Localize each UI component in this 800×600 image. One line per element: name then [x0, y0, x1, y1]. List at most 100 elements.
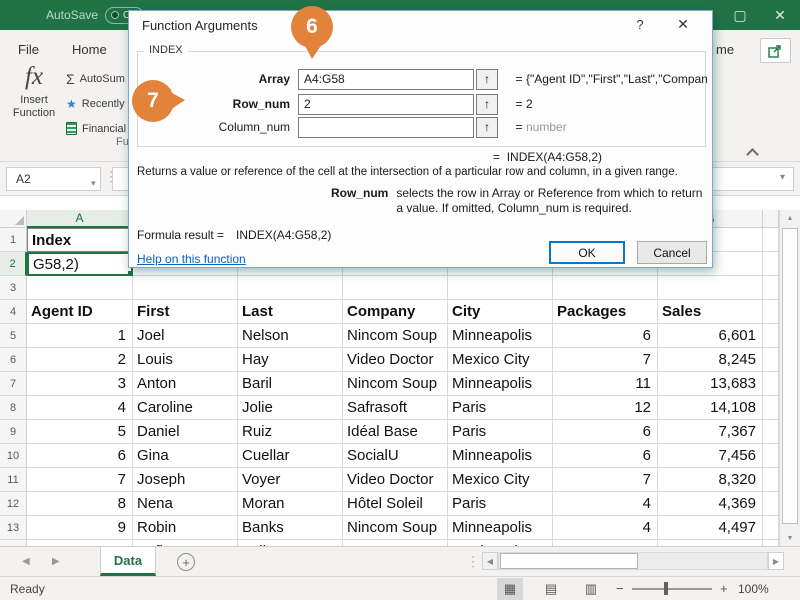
cell-D7[interactable]: Nincom Soup — [343, 372, 448, 396]
cell-B9[interactable]: Daniel — [133, 420, 238, 444]
cell-G11[interactable]: 8,320 — [658, 468, 763, 492]
cell-F12[interactable]: 4 — [553, 492, 658, 516]
cell-A1[interactable]: Index — [27, 228, 133, 252]
collapse-dialog-icon[interactable]: ↑ — [476, 69, 498, 90]
scroll-up-icon[interactable]: ▲ — [780, 210, 800, 226]
cell-B3[interactable] — [133, 276, 238, 300]
cell-G6[interactable]: 8,245 — [658, 348, 763, 372]
row-number-6[interactable]: 6 — [0, 348, 27, 372]
tabbar-handle-icon[interactable]: ⋮ — [466, 553, 480, 570]
scroll-right-icon[interactable]: ▶ — [768, 552, 784, 570]
cell-C4[interactable]: Last — [238, 300, 343, 324]
row-number-9[interactable]: 9 — [0, 420, 27, 444]
insert-function-button[interactable]: fx Insert Function — [4, 64, 64, 120]
rownum-input[interactable]: 2 — [298, 94, 474, 115]
scroll-left-icon[interactable]: ◀ — [482, 552, 498, 570]
cell-D13[interactable]: Nincom Soup — [343, 516, 448, 540]
cancel-button[interactable]: Cancel — [637, 241, 707, 264]
cell-A5[interactable]: 1 — [27, 324, 133, 348]
cell-C3[interactable] — [238, 276, 343, 300]
cell-C10[interactable]: Cuellar — [238, 444, 343, 468]
row-number-2[interactable]: 2 — [0, 252, 27, 276]
tab-fragment[interactable]: me — [716, 42, 734, 57]
cell-E13[interactable]: Minneapolis — [448, 516, 553, 540]
share-button[interactable] — [760, 38, 791, 63]
name-box-dropdown-icon[interactable]: ▾ — [91, 178, 96, 189]
cell-B4[interactable]: First — [133, 300, 238, 324]
maximize-button[interactable]: ▢ — [720, 0, 760, 30]
cell-D12[interactable]: Hôtel Soleil — [343, 492, 448, 516]
cell-A8[interactable]: 4 — [27, 396, 133, 420]
dialog-help-button[interactable]: ? — [630, 17, 650, 35]
zoom-slider-handle[interactable] — [664, 582, 668, 595]
cell-E5[interactable]: Minneapolis — [448, 324, 553, 348]
cell-B7[interactable]: Anton — [133, 372, 238, 396]
cell-G13[interactable]: 4,497 — [658, 516, 763, 540]
cell-A7[interactable]: 3 — [27, 372, 133, 396]
zoom-level[interactable]: 100% — [738, 582, 769, 596]
cell-F3[interactable] — [553, 276, 658, 300]
cell-A9[interactable]: 5 — [27, 420, 133, 444]
collapse-dialog-icon[interactable]: ↑ — [476, 117, 498, 138]
cell-B12[interactable]: Nena — [133, 492, 238, 516]
cell-F4[interactable]: Packages — [553, 300, 658, 324]
collapse-ribbon-icon[interactable] — [746, 148, 759, 161]
row-number-11[interactable]: 11 — [0, 468, 27, 492]
cell-E3[interactable] — [448, 276, 553, 300]
recently-used-button[interactable]: ★ Recently — [66, 91, 128, 116]
sheet-nav-right-icon[interactable]: ▶ — [52, 556, 60, 567]
cell-G10[interactable]: 7,456 — [658, 444, 763, 468]
vertical-scroll-thumb[interactable] — [782, 228, 798, 524]
cell-B13[interactable]: Robin — [133, 516, 238, 540]
cell-C12[interactable]: Moran — [238, 492, 343, 516]
cell-F13[interactable]: 4 — [553, 516, 658, 540]
cell-G3[interactable] — [658, 276, 763, 300]
cell-G4[interactable]: Sales — [658, 300, 763, 324]
cell-C9[interactable]: Ruiz — [238, 420, 343, 444]
cell-C7[interactable]: Baril — [238, 372, 343, 396]
cell-D10[interactable]: SocialU — [343, 444, 448, 468]
cell-F5[interactable]: 6 — [553, 324, 658, 348]
row-number-5[interactable]: 5 — [0, 324, 27, 348]
sheet-tab-data[interactable]: Data — [100, 547, 156, 576]
cell-D4[interactable]: Company — [343, 300, 448, 324]
cell-A6[interactable]: 2 — [27, 348, 133, 372]
cell-C6[interactable]: Hay — [238, 348, 343, 372]
cell-G8[interactable]: 14,108 — [658, 396, 763, 420]
close-button[interactable]: ✕ — [760, 0, 800, 30]
tab-home[interactable]: Home — [72, 42, 107, 57]
vertical-scrollbar[interactable]: ▲ ▼ — [779, 210, 800, 546]
scroll-down-icon[interactable]: ▼ — [780, 530, 800, 546]
collapse-dialog-icon[interactable]: ↑ — [476, 94, 498, 115]
row-number-1[interactable]: 1 — [0, 228, 27, 252]
cell-F10[interactable]: 6 — [553, 444, 658, 468]
cell-A13[interactable]: 9 — [27, 516, 133, 540]
cell-D8[interactable]: Safrasoft — [343, 396, 448, 420]
page-layout-view-button[interactable]: ▤ — [538, 578, 564, 600]
colnum-input[interactable] — [298, 117, 474, 138]
cell-A12[interactable]: 8 — [27, 492, 133, 516]
row-number-10[interactable]: 10 — [0, 444, 27, 468]
cell-D5[interactable]: Nincom Soup — [343, 324, 448, 348]
horizontal-scroll-thumb[interactable] — [500, 553, 638, 569]
cell-A10[interactable]: 6 — [27, 444, 133, 468]
cell-F8[interactable]: 12 — [553, 396, 658, 420]
formula-bar-expand-icon[interactable]: ▾ — [780, 172, 785, 183]
autosum-button[interactable]: Σ AutoSum — [66, 66, 128, 91]
array-input[interactable]: A4:G58 — [298, 69, 474, 90]
sheet-nav-left-icon[interactable]: ◀ — [22, 556, 30, 567]
row-number-12[interactable]: 12 — [0, 492, 27, 516]
cell-C11[interactable]: Voyer — [238, 468, 343, 492]
cell-D6[interactable]: Video Doctor — [343, 348, 448, 372]
cell-B8[interactable]: Caroline — [133, 396, 238, 420]
cell-B5[interactable]: Joel — [133, 324, 238, 348]
cell-D9[interactable]: Idéal Base — [343, 420, 448, 444]
row-number-4[interactable]: 4 — [0, 300, 27, 324]
cell-D11[interactable]: Video Doctor — [343, 468, 448, 492]
cell-A4[interactable]: Agent ID — [27, 300, 133, 324]
cell-G9[interactable]: 7,367 — [658, 420, 763, 444]
row-number-13[interactable]: 13 — [0, 516, 27, 540]
normal-view-button[interactable]: ▦ — [497, 578, 523, 600]
dialog-title-bar[interactable]: Function Arguments — [129, 11, 712, 39]
cell-E12[interactable]: Paris — [448, 492, 553, 516]
